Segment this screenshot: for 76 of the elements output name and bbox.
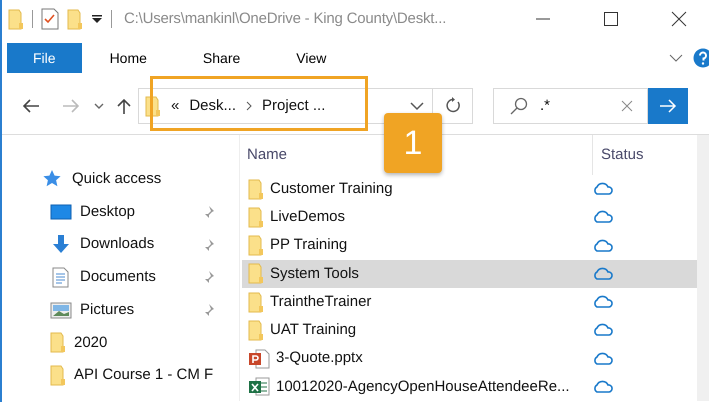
nav-item[interactable]: Quick access (72, 168, 162, 191)
nav-item[interactable]: Pictures (80, 298, 134, 322)
cloud-icon (592, 238, 614, 253)
minimize-icon (536, 18, 550, 20)
folder-icon (50, 332, 66, 354)
ribbon-tab[interactable]: File (7, 43, 82, 73)
folder-icon (248, 178, 264, 200)
ribbon-tab[interactable]: Share (174, 43, 268, 73)
folder-icon (8, 8, 24, 30)
cloud-icon (592, 266, 614, 281)
folder-icon (248, 292, 264, 313)
file-row[interactable]: System Tools (242, 260, 697, 288)
window-title: C:\Users\mankinl\OneDrive - King County\Deskt... (124, 8, 446, 29)
up-icon (116, 98, 132, 114)
search-icon (510, 97, 528, 115)
file-row[interactable]: Customer Training (242, 175, 697, 204)
maximize-icon (603, 11, 619, 27)
nav-item[interactable]: 2020 (74, 332, 108, 354)
file-row[interactable]: LiveDemos (242, 203, 697, 232)
cloud-icon (592, 323, 614, 338)
chevron-down-icon[interactable] (410, 101, 424, 111)
go-button[interactable] (648, 88, 688, 124)
picture-icon (50, 300, 72, 321)
chevron-right-icon (246, 101, 252, 111)
folder-icon (248, 263, 264, 284)
folder-icon (67, 8, 83, 30)
file-row[interactable]: 10012020-AgencyOpenHouseAttendeeRe... (242, 372, 697, 401)
ribbon-tab[interactable]: View (268, 43, 354, 73)
file-name[interactable]: 10012020-AgencyOpenHouseAttendeeRe... (276, 376, 570, 398)
file-name[interactable]: TraintheTrainer (270, 290, 372, 314)
clear-icon[interactable] (621, 100, 633, 112)
scrollbar[interactable] (697, 135, 709, 401)
back-button[interactable] (22, 98, 40, 114)
folder-icon (248, 235, 264, 256)
dropdown-icon[interactable] (91, 13, 103, 25)
file-row[interactable]: PP Training (242, 232, 697, 260)
arrow-right-icon (659, 98, 677, 114)
column-header[interactable]: Status (592, 135, 644, 175)
cloud-icon (592, 352, 614, 366)
cloud-icon (592, 380, 614, 394)
breadcrumb-segment[interactable]: Project ... (262, 94, 326, 118)
cloud-icon (592, 295, 614, 310)
step-badge: 1 (384, 113, 442, 173)
file-name[interactable]: Customer Training (270, 178, 393, 200)
forward-icon (62, 98, 80, 114)
chevron-down-icon[interactable] (669, 53, 683, 63)
presentation-file-icon (248, 348, 270, 369)
file-row[interactable]: TraintheTrainer (242, 288, 697, 316)
file-name[interactable]: PP Training (270, 234, 348, 257)
back-icon (22, 98, 40, 114)
nav-item[interactable]: Downloads (80, 233, 154, 256)
ribbon-tab[interactable]: Home (82, 43, 175, 73)
nav-item[interactable]: Desktop (80, 200, 136, 224)
file-row[interactable]: 3-Quote.pptx (242, 344, 697, 373)
folder-icon (50, 364, 66, 386)
download-icon (50, 234, 72, 256)
file-name[interactable]: UAT Training (270, 319, 356, 342)
up-button[interactable] (116, 98, 132, 114)
file-row[interactable]: UAT Training (242, 316, 697, 344)
spreadsheet-file-icon (248, 376, 270, 397)
folder-icon (248, 206, 264, 228)
overflow-chevron[interactable]: « (171, 94, 180, 118)
help-icon[interactable] (693, 48, 709, 68)
file-name[interactable]: LiveDemos (270, 206, 346, 229)
cloud-icon (592, 210, 614, 224)
file-name[interactable]: 3-Quote.pptx (276, 347, 363, 370)
checklist-icon[interactable] (41, 8, 59, 30)
file-name[interactable]: System Tools (270, 262, 359, 286)
nav-item[interactable]: API Course 1 - CM F (74, 364, 214, 387)
refresh-icon (444, 97, 460, 115)
folder-icon (248, 320, 264, 341)
nav-item[interactable]: Documents (80, 266, 156, 289)
close-icon (671, 11, 687, 27)
search-field[interactable]: .* (493, 88, 648, 124)
cloud-icon (592, 182, 614, 196)
breadcrumb-segment[interactable]: Desk... (189, 94, 236, 118)
